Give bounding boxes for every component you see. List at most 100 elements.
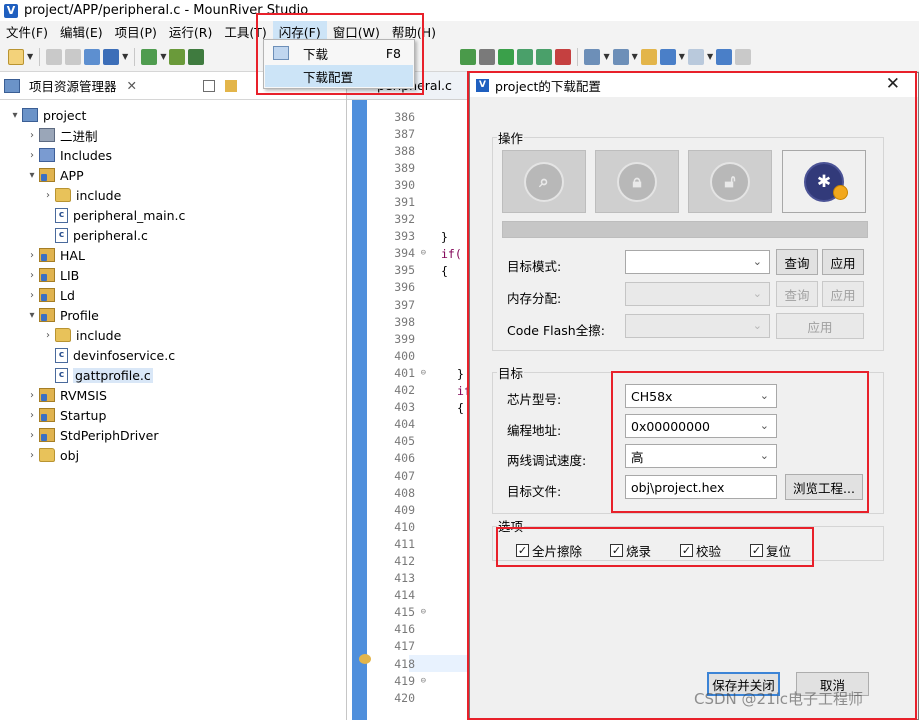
- library-icon[interactable]: [188, 48, 205, 65]
- target-file-input[interactable]: obj\project.hex: [625, 475, 777, 499]
- checkbox-mark[interactable]: ✓: [516, 544, 529, 557]
- chevron-right-icon[interactable]: ›: [25, 450, 39, 461]
- chevron-right-icon[interactable]: ›: [25, 250, 39, 261]
- tree-item-obj[interactable]: › obj: [0, 445, 346, 465]
- project-explorer: 项目资源管理器 ✕ ▾ project › 二进制 › Includes ▾ A…: [0, 72, 347, 720]
- flash-download-icon[interactable]: [103, 48, 120, 65]
- save-all-icon[interactable]: [65, 48, 82, 65]
- link-editor-icon[interactable]: [225, 79, 237, 92]
- chevron-right-icon[interactable]: ›: [25, 150, 39, 161]
- chevron-down-icon[interactable]: ▼: [632, 52, 638, 61]
- fold-toggle-icon[interactable]: ⊖: [421, 248, 426, 258]
- swd-speed-select[interactable]: 高 ⌄: [625, 444, 777, 468]
- tree-item-app-include[interactable]: › include: [0, 185, 346, 205]
- tree-item-rvmsis[interactable]: › RVMSIS: [0, 385, 346, 405]
- chevron-right-icon[interactable]: ›: [25, 390, 39, 401]
- new-icon[interactable]: [8, 48, 24, 65]
- menu-item-download[interactable]: 下载 F8: [265, 42, 413, 64]
- forward-arrow-icon[interactable]: [687, 48, 704, 65]
- chevron-right-icon[interactable]: ›: [25, 130, 39, 141]
- chevron-down-icon[interactable]: ▼: [160, 52, 166, 61]
- close-icon[interactable]: ✕: [886, 74, 900, 94]
- chevron-right-icon[interactable]: ›: [25, 410, 39, 421]
- memory-apply-button[interactable]: 应用: [822, 281, 864, 307]
- step-into-icon[interactable]: [517, 48, 534, 65]
- chevron-down-icon[interactable]: ▼: [122, 52, 128, 61]
- checkbox-reset[interactable]: ✓ 复位: [750, 541, 791, 560]
- checkbox-mark[interactable]: ✓: [680, 544, 693, 557]
- open-type-icon[interactable]: [584, 48, 601, 65]
- chevron-right-icon[interactable]: ›: [41, 330, 55, 341]
- tree-item-includes[interactable]: › Includes: [0, 145, 346, 165]
- checkbox-full-erase[interactable]: ✓ 全片擦除: [516, 541, 582, 560]
- chevron-right-icon[interactable]: ›: [41, 190, 55, 201]
- collapse-all-icon[interactable]: [203, 79, 215, 92]
- save-icon[interactable]: [46, 48, 63, 65]
- query-button[interactable]: 查询: [776, 249, 818, 275]
- chevron-right-icon[interactable]: ›: [25, 430, 39, 441]
- console-icon[interactable]: [479, 48, 496, 65]
- chevron-down-icon[interactable]: ▾: [8, 110, 22, 121]
- step-over-icon[interactable]: [536, 48, 553, 65]
- tree-item-binaries[interactable]: › 二进制: [0, 125, 346, 145]
- menu-file[interactable]: 文件(F): [0, 21, 54, 42]
- code-flash-erase-select[interactable]: ⌄: [625, 314, 770, 338]
- chip-type-select[interactable]: CH58x ⌄: [625, 384, 777, 408]
- code-flash-apply-button[interactable]: 应用: [776, 313, 864, 339]
- tree-item-peripheral-main[interactable]: c peripheral_main.c: [0, 205, 346, 225]
- target-mode-select[interactable]: ⌄: [625, 250, 770, 274]
- back-arrow-icon[interactable]: [659, 48, 676, 65]
- menu-item-download-config[interactable]: 下载配置: [265, 65, 413, 87]
- unlock-button[interactable]: 🔓︎: [688, 150, 772, 213]
- menu-project[interactable]: 项目(P): [109, 21, 163, 42]
- erase-button[interactable]: ⌕: [502, 150, 586, 213]
- fold-toggle-icon[interactable]: ⊖: [421, 676, 426, 686]
- chevron-right-icon[interactable]: ›: [25, 290, 39, 301]
- checkbox-mark[interactable]: ✓: [610, 544, 623, 557]
- memory-allocation-select[interactable]: ⌄: [625, 282, 770, 306]
- tree-item-devinfoservice[interactable]: c devinfoservice.c: [0, 345, 346, 365]
- tree-item-lib[interactable]: › LIB: [0, 265, 346, 285]
- chevron-down-icon[interactable]: ▼: [707, 52, 713, 61]
- program-address-select[interactable]: 0x00000000 ⌄: [625, 414, 777, 438]
- tree-item-profile-include[interactable]: › include: [0, 325, 346, 345]
- debug-button[interactable]: ✱: [782, 150, 866, 213]
- chevron-down-icon[interactable]: ▼: [603, 52, 609, 61]
- build-icon[interactable]: [84, 48, 101, 65]
- chevron-down-icon[interactable]: ▼: [27, 52, 33, 61]
- memory-query-button[interactable]: 查询: [776, 281, 818, 307]
- menu-edit[interactable]: 编辑(E): [54, 21, 109, 42]
- fold-toggle-icon[interactable]: ⊖: [421, 368, 426, 378]
- close-icon[interactable]: ✕: [127, 78, 137, 93]
- tree-item-gattprofile[interactable]: c gattprofile.c: [0, 365, 346, 385]
- next-annotation-icon[interactable]: [640, 48, 657, 65]
- fold-toggle-icon[interactable]: ⊖: [421, 607, 426, 617]
- tree-item-project[interactable]: ▾ project: [0, 105, 346, 125]
- apply-button[interactable]: 应用: [822, 249, 864, 275]
- chevron-down-icon[interactable]: ▼: [679, 52, 685, 61]
- debug-icon[interactable]: [141, 48, 158, 65]
- browse-project-button[interactable]: 浏览工程...: [785, 474, 863, 500]
- resume-icon[interactable]: [460, 48, 477, 65]
- chevron-right-icon[interactable]: ›: [25, 270, 39, 281]
- terminate-icon[interactable]: [555, 48, 572, 65]
- run-icon[interactable]: [498, 48, 515, 65]
- chevron-down-icon[interactable]: ▾: [25, 170, 39, 181]
- chevron-down-icon[interactable]: ▾: [25, 310, 39, 321]
- search-icon[interactable]: [612, 48, 629, 65]
- lock-button[interactable]: 🔒︎: [595, 150, 679, 213]
- tree-item-hal[interactable]: › HAL: [0, 245, 346, 265]
- tree-item-peripheral[interactable]: c peripheral.c: [0, 225, 346, 245]
- pin-icon[interactable]: [716, 48, 733, 65]
- tree-item-profile[interactable]: ▾ Profile: [0, 305, 346, 325]
- build-all-icon[interactable]: [169, 48, 186, 65]
- menu-run[interactable]: 运行(R): [163, 21, 218, 42]
- checkbox-program[interactable]: ✓ 烧录: [610, 541, 651, 560]
- tree-item-startup[interactable]: › Startup: [0, 405, 346, 425]
- tree-item-ld[interactable]: › Ld: [0, 285, 346, 305]
- checkbox-mark[interactable]: ✓: [750, 544, 763, 557]
- link-icon[interactable]: [735, 48, 752, 65]
- tree-item-app[interactable]: ▾ APP: [0, 165, 346, 185]
- tree-item-stdperiphdriver[interactable]: › StdPeriphDriver: [0, 425, 346, 445]
- checkbox-verify[interactable]: ✓ 校验: [680, 541, 721, 560]
